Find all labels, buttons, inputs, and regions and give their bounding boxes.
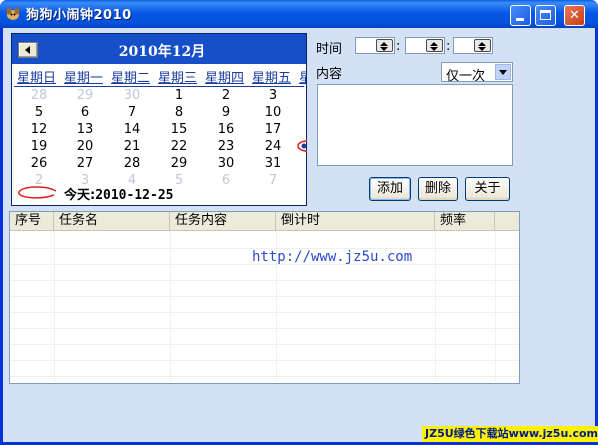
- calendar-day[interactable]: 8: [164, 105, 194, 120]
- weekday-header: 星期五: [252, 71, 292, 85]
- column-header[interactable]: 序号: [10, 212, 54, 231]
- calendar-header: 2010年12月: [12, 34, 306, 64]
- title-bar[interactable]: 狗狗小闹钟2010 ✕: [0, 0, 598, 28]
- grid-row-line: [10, 312, 519, 313]
- column-header[interactable]: 倒计时: [276, 212, 435, 231]
- calendar-day[interactable]: 5: [24, 105, 54, 120]
- grid-column-line: [435, 231, 436, 381]
- app-window: 狗狗小闹钟2010 ✕ 2010年12月 星期日 星期一 星期二 星期三 星期四 星期五星…: [0, 0, 598, 445]
- add-button[interactable]: 添加: [369, 177, 411, 201]
- calendar-day[interactable]: 1: [164, 88, 194, 103]
- calendar-day[interactable]: 30: [211, 156, 241, 171]
- calendar-day[interactable]: 6: [70, 105, 100, 120]
- calendar-day-other-month[interactable]: 28: [24, 88, 54, 103]
- weekday-divider: [14, 86, 304, 87]
- grid-row-line: [10, 344, 519, 345]
- spinner-arrows-icon[interactable]: [426, 39, 443, 52]
- calendar-day[interactable]: 16: [211, 122, 241, 137]
- task-list[interactable]: 序号 任务名 任务内容 倒计时 频率 http://www.jz5u.com: [9, 211, 520, 384]
- grid-row-line: [10, 328, 519, 329]
- chevron-down-icon: [499, 70, 507, 75]
- client-area: 2010年12月 星期日 星期一 星期二 星期三 星期四 星期五星 28 29 30 1 2 3 5 6…: [3, 28, 598, 442]
- grid-row-line: [10, 376, 519, 377]
- grid-column-line: [170, 231, 171, 381]
- calendar-day[interactable]: 31: [258, 156, 288, 171]
- weekday-header: 星期三: [158, 71, 198, 85]
- hour-spinner[interactable]: [355, 37, 395, 54]
- previous-month-button[interactable]: [18, 42, 38, 58]
- spinner-arrows-icon[interactable]: [474, 39, 491, 52]
- calendar-day[interactable]: 29: [164, 156, 194, 171]
- close-icon: ✕: [569, 8, 580, 23]
- calendar-day[interactable]: 2: [211, 88, 241, 103]
- window-title: 狗狗小闹钟2010: [26, 8, 132, 23]
- grid-column-line: [495, 231, 496, 381]
- today-label: 今天:: [64, 188, 96, 203]
- weekday-header: 星期四: [205, 71, 245, 85]
- calendar-day[interactable]: 17: [258, 122, 288, 137]
- time-label: 时间: [316, 42, 343, 57]
- calendar-day[interactable]: 19: [24, 139, 54, 154]
- website-url[interactable]: http://www.jz5u.com: [252, 249, 412, 265]
- frequency-dropdown[interactable]: 仅一次: [441, 62, 513, 84]
- frequency-value: 仅一次: [446, 69, 486, 84]
- weekday-header: 星期日: [17, 71, 57, 85]
- dog-icon: [6, 7, 20, 20]
- calendar-day[interactable]: 14: [117, 122, 147, 137]
- month-calendar[interactable]: 2010年12月 星期日 星期一 星期二 星期三 星期四 星期五星 28 29 30 1 2 3 5 6…: [11, 33, 307, 206]
- weekday-header: 星期一: [64, 71, 104, 85]
- column-header[interactable]: 频率: [435, 212, 495, 231]
- calendar-day[interactable]: 12: [24, 122, 54, 137]
- calendar-day[interactable]: 27: [70, 156, 100, 171]
- today-text: 今天:2010-12-25: [64, 184, 173, 203]
- weekday-header: 星期二: [111, 71, 151, 85]
- column-header[interactable]: 任务名: [54, 212, 170, 231]
- weekday-row: 星期日 星期一 星期二 星期三 星期四 星期五星: [12, 67, 306, 85]
- grid-row-line: [10, 296, 519, 297]
- content-textarea[interactable]: [317, 84, 513, 166]
- dropdown-arrow[interactable]: [495, 64, 511, 80]
- minimize-button[interactable]: [510, 5, 531, 26]
- delete-button[interactable]: 删除: [418, 177, 458, 201]
- maximize-button[interactable]: [535, 5, 556, 26]
- calendar-day[interactable]: 28: [117, 156, 147, 171]
- calendar-day[interactable]: 13: [70, 122, 100, 137]
- calendar-day[interactable]: 20: [70, 139, 100, 154]
- calendar-day[interactable]: 15: [164, 122, 194, 137]
- today-date: 2010-12-25: [95, 188, 174, 203]
- calendar-day[interactable]: 22: [164, 139, 194, 154]
- today-marker-icon: [18, 186, 57, 199]
- today-indicator[interactable]: 今天:2010-12-25: [16, 184, 276, 203]
- grid-column-line: [54, 231, 55, 381]
- spinner-arrows-icon[interactable]: [376, 39, 393, 52]
- minute-spinner[interactable]: [405, 37, 445, 54]
- left-triangle-icon: [25, 46, 30, 54]
- content-label: 内容: [316, 67, 343, 82]
- calendar-day[interactable]: 7: [117, 105, 147, 120]
- calendar-day[interactable]: 3: [258, 88, 288, 103]
- calendar-day[interactable]: 9: [211, 105, 241, 120]
- truncated-circle-icon: [297, 140, 307, 152]
- calendar-day-other-month[interactable]: 29: [70, 88, 100, 103]
- maximize-icon: [540, 10, 551, 20]
- about-button[interactable]: 关于: [465, 177, 510, 201]
- calendar-day-other-month[interactable]: 30: [117, 88, 147, 103]
- close-window-button[interactable]: ✕: [564, 5, 585, 26]
- column-header[interactable]: 任务内容: [170, 212, 276, 231]
- calendar-day[interactable]: 21: [117, 139, 147, 154]
- grid-row-line: [10, 280, 519, 281]
- time-separator: :: [446, 39, 451, 54]
- calendar-day[interactable]: 10: [258, 105, 288, 120]
- time-separator: :: [396, 39, 401, 54]
- watermark-banner: JZ5U绿色下载站www.jz5u.com: [422, 426, 598, 442]
- calendar-day[interactable]: 24: [258, 139, 288, 154]
- minimize-icon: [516, 18, 524, 21]
- calendar-month-title: 2010年12月: [118, 44, 206, 60]
- calendar-day[interactable]: 23: [211, 139, 241, 154]
- weekday-header: 星: [299, 71, 306, 85]
- calendar-day[interactable]: 26: [24, 156, 54, 171]
- task-list-header: 序号 任务名 任务内容 倒计时 频率: [10, 212, 519, 231]
- second-spinner[interactable]: [453, 37, 493, 54]
- grid-row-line: [10, 360, 519, 361]
